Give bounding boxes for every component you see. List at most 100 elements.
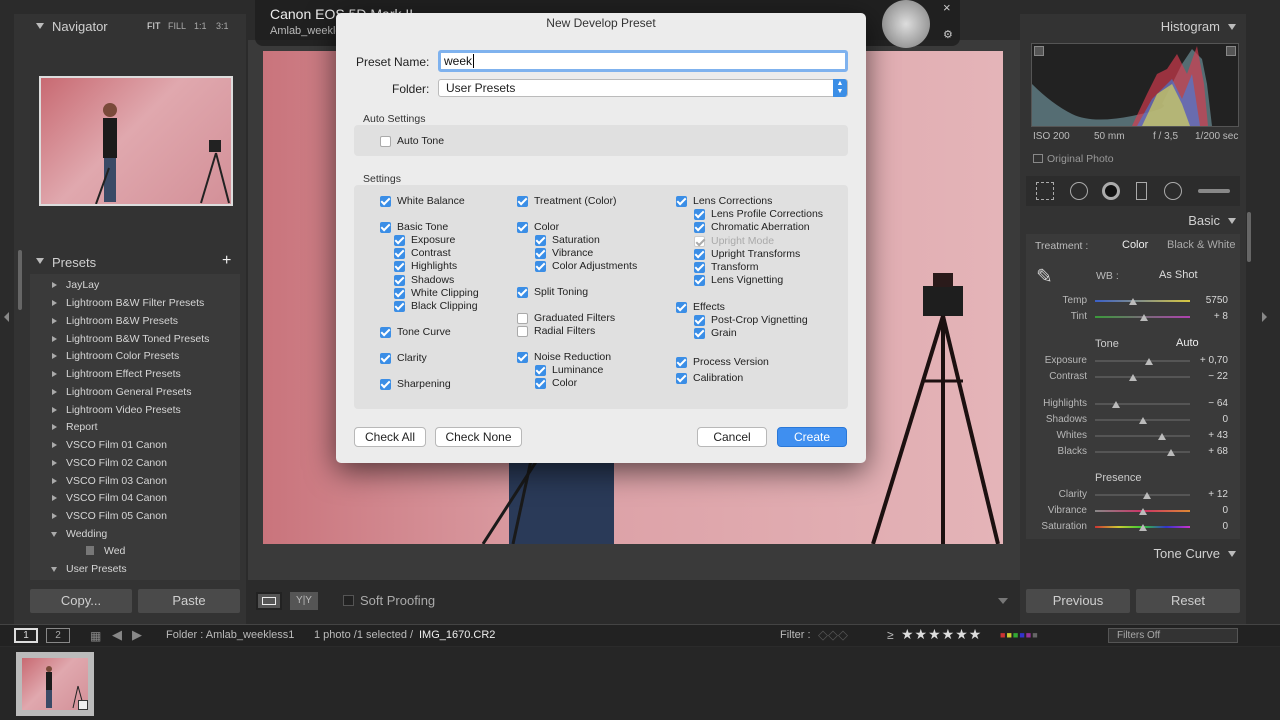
saturation-value[interactable]: 0 [1188, 521, 1228, 532]
preset-name-input[interactable]: week [438, 50, 848, 72]
preset-folder-item[interactable]: VSCO Film 02 Canon [52, 457, 167, 469]
create-button[interactable]: Create [777, 427, 847, 447]
preset-folder-item[interactable]: Report [52, 421, 98, 433]
checkbox[interactable] [380, 326, 391, 338]
checkbox[interactable] [517, 312, 528, 324]
toolbar-dropdown-icon[interactable] [998, 598, 1008, 604]
soft-proofing-checkbox[interactable] [343, 595, 354, 606]
graduated-filter-icon[interactable] [1136, 182, 1147, 200]
checkbox[interactable] [535, 377, 546, 389]
shadows-value[interactable]: 0 [1188, 414, 1228, 425]
clarity-value[interactable]: + 12 [1188, 489, 1228, 500]
zoom-fit[interactable]: FIT [147, 21, 161, 31]
page-2-button[interactable]: 2 [46, 628, 70, 643]
setting-option[interactable]: Sharpening [380, 378, 451, 391]
auto-tone-option[interactable]: Auto Tone [380, 135, 444, 148]
setting-option[interactable]: Color [535, 377, 577, 390]
filters-off-select[interactable]: Filters Off [1108, 628, 1238, 643]
checkbox[interactable] [380, 221, 391, 233]
checkbox[interactable] [694, 221, 705, 233]
checkbox[interactable] [394, 300, 405, 312]
collapse-triangle-icon[interactable] [36, 258, 44, 264]
contrast-slider[interactable] [1095, 376, 1190, 378]
preset-folder-item[interactable]: Wedding [51, 528, 107, 540]
wb-value[interactable]: As Shot [1159, 269, 1198, 281]
whites-value[interactable]: + 43 [1188, 430, 1228, 441]
checkbox[interactable] [694, 314, 705, 326]
copy-button[interactable]: Copy... [30, 589, 132, 613]
exposure-slider-knob[interactable] [1145, 358, 1154, 365]
setting-option[interactable]: White Balance [380, 195, 465, 208]
treatment-color[interactable]: Color [1122, 239, 1148, 251]
clipping-highlight-icon[interactable] [1226, 46, 1236, 56]
previous-button[interactable]: Previous [1026, 589, 1130, 613]
auto-tone-button[interactable]: Auto [1176, 337, 1199, 349]
basic-header[interactable]: Basic [1026, 212, 1240, 230]
setting-option[interactable]: Calibration [676, 372, 743, 385]
blacks-value[interactable]: + 68 [1188, 446, 1228, 457]
radial-filter-icon[interactable] [1164, 182, 1182, 200]
collapse-triangle-icon[interactable] [1228, 24, 1236, 30]
setting-option[interactable]: Highlights [394, 260, 457, 273]
highlights-value[interactable]: − 64 [1188, 398, 1228, 409]
close-icon[interactable]: × [943, 0, 951, 15]
zoom-3-1[interactable]: 3:1 [216, 21, 229, 31]
setting-option[interactable]: Lens Corrections [676, 195, 772, 208]
checkbox[interactable] [380, 195, 391, 207]
checkbox[interactable] [676, 372, 687, 384]
setting-option[interactable]: Color Adjustments [535, 260, 637, 273]
tone-curve-header[interactable]: Tone Curve [1026, 545, 1240, 563]
setting-option[interactable]: Tone Curve [380, 326, 451, 339]
contrast-value[interactable]: − 22 [1188, 371, 1228, 382]
preset-folder-item[interactable]: Lightroom Effect Presets [52, 368, 181, 380]
setting-option[interactable]: Lens Profile Corrections [694, 208, 823, 221]
right-scrollbar[interactable] [1247, 212, 1251, 262]
treatment-bw[interactable]: Black & White [1167, 239, 1235, 251]
setting-option[interactable]: Exposure [394, 234, 455, 247]
setting-option[interactable]: Noise Reduction [517, 351, 611, 364]
setting-option[interactable]: Split Toning [517, 286, 588, 299]
collapse-triangle-icon[interactable] [1228, 218, 1236, 224]
check-all-button[interactable]: Check All [354, 427, 426, 447]
zoom-fill[interactable]: FILL [168, 21, 186, 31]
checkbox[interactable] [517, 286, 528, 298]
preset-folder-item[interactable]: Lightroom Color Presets [52, 350, 179, 362]
flag-filter-icons[interactable]: ◇◇◇ [818, 627, 848, 643]
vibrance-value[interactable]: 0 [1188, 505, 1228, 516]
back-arrow-icon[interactable]: ◀ [112, 627, 122, 643]
gear-icon[interactable]: ⚙ [943, 28, 953, 41]
checkbox[interactable] [394, 260, 405, 272]
checkbox[interactable] [394, 247, 405, 259]
capture-button[interactable] [882, 0, 930, 48]
setting-option[interactable]: Clarity [380, 352, 427, 365]
check-none-button[interactable]: Check None [435, 427, 522, 447]
setting-option[interactable]: Transform [694, 261, 758, 274]
setting-option[interactable]: Luminance [535, 364, 603, 377]
left-panel-arrow-icon[interactable] [4, 312, 9, 322]
temp-slider[interactable] [1095, 300, 1190, 302]
saturation-slider-knob[interactable] [1138, 524, 1147, 531]
checkbox[interactable] [380, 135, 391, 147]
checkbox[interactable] [694, 235, 705, 247]
setting-option[interactable]: Lens Vignetting [694, 274, 783, 287]
checkbox[interactable] [380, 352, 391, 364]
setting-option[interactable]: White Clipping [394, 287, 479, 300]
setting-option[interactable]: Shadows [394, 274, 454, 287]
folder-select[interactable]: User Presets ▲ ▼ [438, 79, 848, 97]
blacks-slider[interactable] [1095, 451, 1190, 453]
setting-option[interactable]: Color [517, 221, 559, 234]
exposure-value[interactable]: + 0,70 [1188, 355, 1228, 366]
add-preset-icon[interactable]: + [222, 252, 231, 270]
filmstrip-thumbnail[interactable] [16, 652, 94, 716]
setting-option[interactable]: Treatment (Color) [517, 195, 616, 208]
checkbox[interactable] [694, 261, 705, 273]
setting-option[interactable]: Effects [676, 301, 725, 314]
checkbox[interactable] [394, 274, 405, 286]
before-after-icon[interactable]: Y|Y [290, 592, 318, 610]
collapse-triangle-icon[interactable] [1228, 551, 1236, 557]
highlights-slider[interactable] [1095, 403, 1190, 405]
adjustment-brush-icon[interactable] [1198, 189, 1230, 193]
setting-option[interactable]: Upright Transforms [694, 248, 800, 261]
star-rating-icons[interactable]: ★★★★★★ [901, 626, 982, 643]
setting-option[interactable]: Radial Filters [517, 325, 595, 338]
